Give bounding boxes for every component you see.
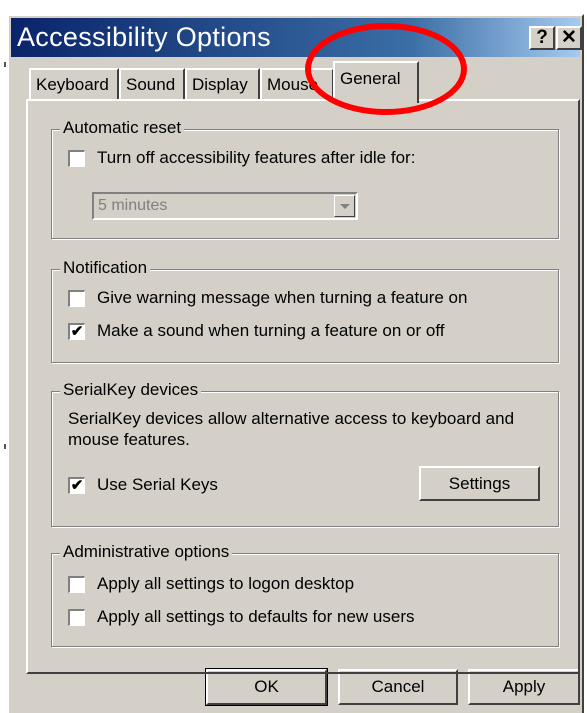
apply-logon-desktop-checkbox[interactable] bbox=[68, 576, 85, 593]
dropdown-arrow-icon[interactable] bbox=[334, 195, 355, 217]
turn-off-after-idle-label[interactable]: Turn off accessibility features after id… bbox=[97, 148, 415, 168]
automatic-reset-group: Automatic reset Turn off accessibility f… bbox=[51, 118, 559, 239]
automatic-reset-title: Automatic reset bbox=[60, 118, 185, 138]
notification-title: Notification bbox=[60, 258, 151, 278]
tab-sound[interactable]: Sound bbox=[119, 68, 185, 101]
apply-button[interactable]: Apply bbox=[468, 669, 580, 705]
apply-defaults-new-users-checkbox[interactable] bbox=[68, 609, 85, 626]
apply-logon-desktop-label[interactable]: Apply all settings to logon desktop bbox=[97, 574, 354, 594]
help-button[interactable]: ? bbox=[529, 26, 555, 50]
give-warning-label[interactable]: Give warning message when turning a feat… bbox=[97, 288, 467, 308]
make-sound-checkbox[interactable]: ✔ bbox=[68, 323, 85, 340]
accessibility-options-dialog: Accessibility Options ? ✕ Keyboard Sound… bbox=[7, 14, 584, 713]
idle-time-select[interactable]: 5 minutes bbox=[92, 192, 358, 220]
use-serial-keys-label[interactable]: Use Serial Keys bbox=[97, 475, 218, 495]
edge-artifact bbox=[4, 444, 6, 449]
title-bar[interactable]: Accessibility Options ? ✕ bbox=[11, 18, 582, 57]
serialkey-settings-button[interactable]: Settings bbox=[419, 466, 540, 501]
administrative-options-title: Administrative options bbox=[60, 542, 233, 562]
tab-panel-general: Automatic reset Turn off accessibility f… bbox=[26, 99, 580, 674]
close-button[interactable]: ✕ bbox=[556, 26, 582, 50]
administrative-options-group: Administrative options Apply all setting… bbox=[51, 542, 559, 647]
serialkey-description: SerialKey devices allow alternative acce… bbox=[68, 409, 515, 449]
give-warning-checkbox[interactable] bbox=[68, 290, 85, 307]
turn-off-after-idle-checkbox[interactable] bbox=[68, 150, 85, 167]
use-serial-keys-checkbox[interactable]: ✔ bbox=[68, 477, 85, 494]
tab-keyboard[interactable]: Keyboard bbox=[29, 68, 119, 101]
idle-time-value: 5 minutes bbox=[98, 197, 168, 214]
highlight-circle-annotation bbox=[305, 23, 467, 115]
cancel-button[interactable]: Cancel bbox=[338, 669, 458, 705]
apply-defaults-new-users-label[interactable]: Apply all settings to defaults for new u… bbox=[97, 607, 415, 627]
notification-group: Notification Give warning message when t… bbox=[51, 258, 559, 363]
ok-button[interactable]: OK bbox=[205, 668, 328, 706]
serialkey-group: SerialKey devices SerialKey devices allo… bbox=[51, 380, 559, 527]
edge-artifact bbox=[4, 62, 6, 67]
tab-display[interactable]: Display bbox=[185, 68, 260, 101]
serialkey-title: SerialKey devices bbox=[60, 380, 202, 400]
window-title: Accessibility Options bbox=[17, 22, 271, 52]
make-sound-label[interactable]: Make a sound when turning a feature on o… bbox=[97, 321, 444, 341]
